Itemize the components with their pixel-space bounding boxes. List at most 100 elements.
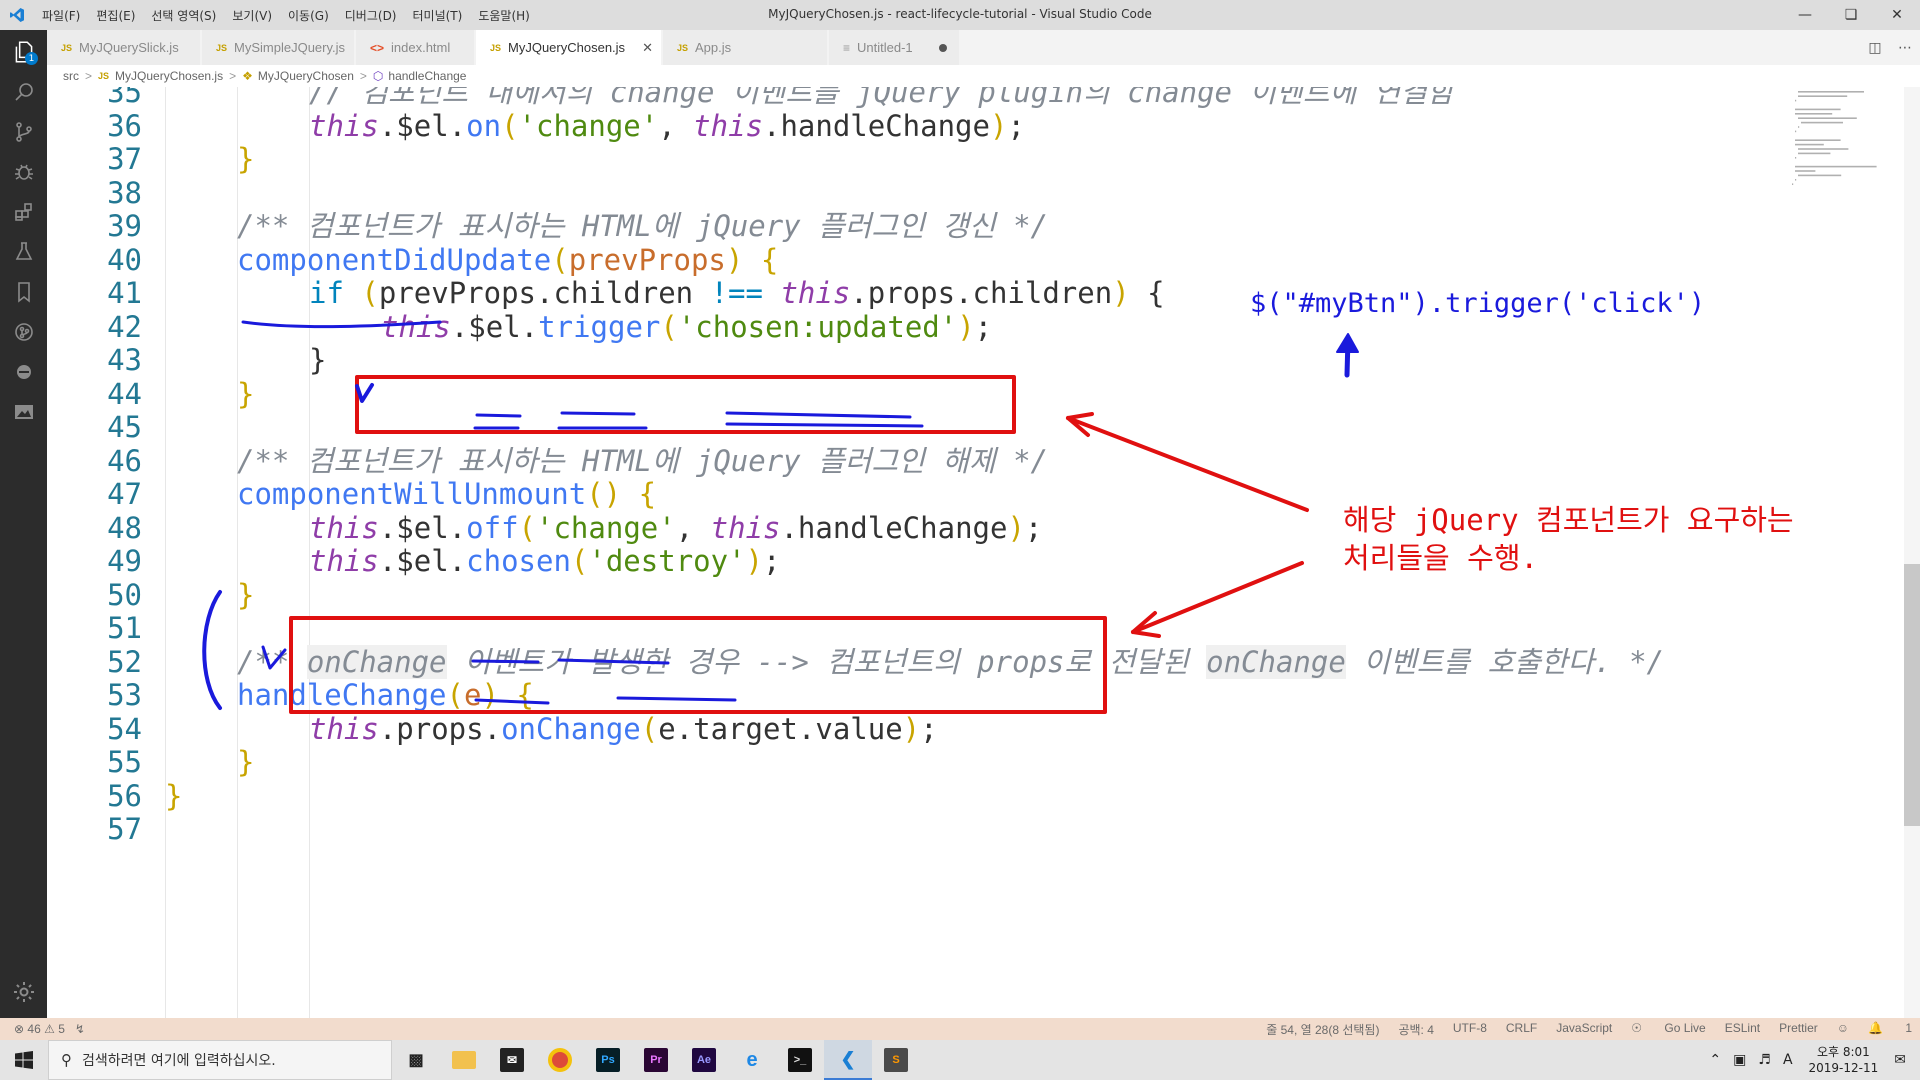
sublime-icon[interactable]: S	[872, 1040, 920, 1080]
code-token: .props.	[378, 711, 502, 746]
code-editor[interactable]: 35// 컴포넌트 내에서의 change 이벤트를 jQuery plugin…	[47, 87, 1860, 1019]
menu-bar: 파일(F) 편집(E) 선택 영역(S) 보기(V) 이동(G) 디버그(D) 터미널(T)…	[34, 7, 538, 24]
menu-item[interactable]: 디버그(D)	[337, 7, 405, 24]
tab-myjqueryslick[interactable]: JS MyJQuerySlick.js	[47, 30, 201, 65]
vertical-scrollbar[interactable]	[1904, 87, 1920, 1019]
feedback-smiley-icon[interactable]: ☺	[1837, 1021, 1849, 1038]
menu-item[interactable]: 파일(F)	[34, 7, 88, 24]
volume-icon[interactable]: ♬	[1758, 1052, 1771, 1068]
menu-item[interactable]: 도움말(H)	[470, 7, 538, 24]
code-token: 이벤트를 호출한다. */	[1345, 644, 1665, 679]
git-graph-icon[interactable]	[0, 312, 47, 352]
lightning-icon[interactable]: ↯	[75, 1022, 85, 1036]
code-token: }	[237, 577, 255, 612]
language-mode[interactable]: JavaScript	[1556, 1021, 1612, 1038]
code-token: )	[725, 242, 744, 277]
code-token: }	[309, 343, 327, 377]
tab-app-js[interactable]: JS App.js	[663, 30, 828, 65]
line-ending[interactable]: CRLF	[1506, 1021, 1537, 1038]
problems-indicator[interactable]: ⊗ 46 ⚠ 5	[14, 1022, 65, 1036]
code-token: .$el.	[378, 544, 467, 578]
indentation[interactable]: 공백: 4	[1398, 1021, 1433, 1038]
js-file-icon: JS	[61, 42, 73, 53]
close-window-icon[interactable]: ✕	[1874, 0, 1920, 30]
eslint[interactable]: ESLint	[1725, 1021, 1760, 1038]
code-line[interactable]: 57	[47, 809, 1860, 850]
image-preview-icon[interactable]	[0, 392, 47, 432]
settings-gear-icon[interactable]	[0, 972, 47, 1012]
after-effects-icon[interactable]: Ae	[680, 1040, 728, 1080]
close-tab-icon[interactable]: ✕	[642, 40, 653, 56]
menu-item[interactable]: 터미널(T)	[405, 7, 471, 24]
annotation-trigger-example: $("#myBtn").trigger('click')	[1250, 288, 1706, 319]
taskbar-search[interactable]: ⚲ 검색하려면 여기에 입력하십시오.	[48, 1040, 392, 1080]
breadcrumb-item[interactable]: handleChange	[388, 69, 466, 83]
notifications[interactable]: 🔔 1	[1868, 1021, 1912, 1038]
encoding[interactable]: UTF-8	[1453, 1021, 1487, 1038]
tab-label: MyJQuerySlick.js	[79, 40, 179, 55]
prettier[interactable]: Prettier	[1779, 1021, 1818, 1038]
network-icon[interactable]: ▣	[1733, 1052, 1746, 1068]
maximize-icon[interactable]: ❏	[1828, 0, 1874, 30]
method-icon: ⬡	[372, 69, 384, 83]
code-token: )	[481, 678, 499, 712]
minimap-line	[1795, 157, 1797, 159]
file-explorer-icon[interactable]	[440, 1040, 488, 1080]
terminal-icon[interactable]: >_	[776, 1040, 824, 1080]
tab-myjquerychosen[interactable]: JS MyJQueryChosen.js ✕	[476, 30, 662, 65]
vscode-taskbar-icon[interactable]: ❮	[824, 1040, 872, 1080]
code-token: )	[902, 711, 921, 746]
extensions-icon[interactable]	[0, 192, 47, 232]
menu-item[interactable]: 보기(V)	[224, 7, 280, 24]
go-live[interactable]: ☉ Go Live	[1631, 1021, 1705, 1038]
clock[interactable]: 오후 8:01 2019-12-11	[1809, 1044, 1879, 1076]
live-share-icon[interactable]	[0, 352, 47, 392]
minimap[interactable]	[1790, 87, 1890, 197]
code-token: componentDidUpdate	[237, 242, 552, 277]
internet-explorer-icon[interactable]: e	[728, 1040, 776, 1080]
minimize-icon[interactable]: —	[1782, 0, 1828, 30]
code-token: 'chosen:updated'	[677, 309, 958, 344]
code-token: componentWillUnmount	[237, 477, 587, 511]
code-token: this	[780, 276, 851, 310]
search-icon: ⚲	[61, 1051, 72, 1069]
chevron-up-icon[interactable]: ⌃	[1709, 1052, 1721, 1068]
photoshop-icon[interactable]: Ps	[584, 1040, 632, 1080]
chrome-icon[interactable]	[536, 1040, 584, 1080]
premiere-icon[interactable]: Pr	[632, 1040, 680, 1080]
code-token: if	[309, 276, 344, 310]
task-view-icon[interactable]: ▩	[392, 1040, 440, 1080]
mail-icon[interactable]: ✉	[488, 1040, 536, 1080]
action-center-icon[interactable]: ✉	[1894, 1052, 1906, 1068]
breadcrumb-item[interactable]: MyJQueryChosen	[258, 69, 354, 83]
debug-icon[interactable]	[0, 152, 47, 192]
split-editor-icon[interactable]: ◫	[1860, 40, 1890, 56]
menu-item[interactable]: 이동(G)	[280, 7, 337, 24]
code-token: .handleChange	[763, 108, 990, 143]
bookmark-icon[interactable]	[0, 272, 47, 312]
tab-label: App.js	[695, 40, 732, 55]
code-token: ;	[974, 309, 993, 344]
chevron-right-icon: >	[359, 69, 367, 83]
more-actions-icon[interactable]: ⋯	[1890, 40, 1920, 56]
cursor-position[interactable]: 줄 54, 열 28(8 선택됨)	[1266, 1021, 1379, 1038]
scrollbar-thumb[interactable]	[1904, 564, 1920, 826]
breadcrumb-item[interactable]: src	[63, 69, 79, 83]
tab-untitled-1[interactable]: ≡ Untitled-1	[829, 30, 960, 65]
search-icon[interactable]	[0, 72, 47, 112]
source-control-icon[interactable]	[0, 112, 47, 152]
code-token: }	[237, 376, 255, 411]
start-button[interactable]	[0, 1040, 48, 1080]
tab-mysimplejquery[interactable]: JS MySimpleJQuery.js	[202, 30, 355, 65]
explorer-icon[interactable]: 1	[0, 32, 47, 72]
minimap-line	[1798, 95, 1848, 97]
ime-indicator[interactable]: A	[1783, 1052, 1793, 1068]
menu-item[interactable]: 편집(E)	[88, 7, 143, 24]
code-token: (	[640, 711, 659, 746]
test-flask-icon[interactable]	[0, 232, 47, 272]
breadcrumb-item[interactable]: MyJQueryChosen.js	[115, 69, 223, 83]
tab-index-html[interactable]: <> index.html	[356, 30, 475, 65]
minimap-line	[1798, 126, 1800, 128]
menu-item[interactable]: 선택 영역(S)	[143, 7, 224, 24]
